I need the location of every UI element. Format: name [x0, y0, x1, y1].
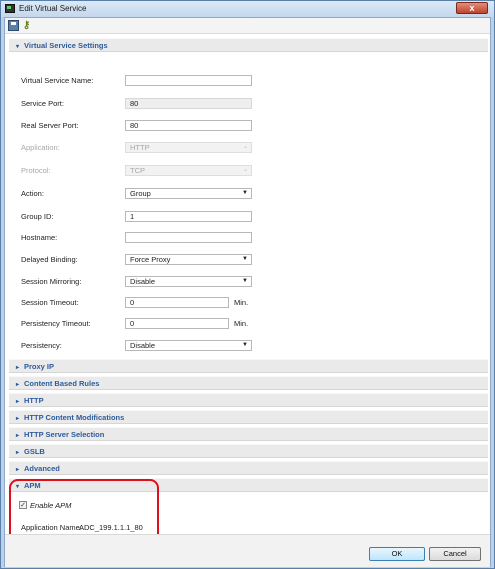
service-port-label: Service Port: [21, 99, 64, 108]
protocol-select: TCP ⌄ [125, 165, 252, 176]
group-id-label: Group ID: [21, 212, 54, 221]
persistency-timeout-unit: Min. [234, 319, 249, 328]
session-timeout-unit: Min. [234, 298, 249, 307]
action-label: Action: [21, 189, 44, 198]
section-advanced[interactable]: ▸ Advanced [9, 461, 488, 475]
collapsed-arrow-icon: ▸ [16, 382, 20, 388]
section-gslb[interactable]: ▸ GSLB [9, 444, 488, 458]
session-timeout-label: Session Timeout: [21, 298, 79, 307]
delayed-binding-label: Delayed Binding: [21, 255, 78, 264]
hostname-input[interactable] [125, 232, 252, 243]
dialog-footer: OK Cancel [5, 534, 490, 567]
dropdown-arrow-icon: ▼ [242, 278, 248, 284]
delayed-binding-select[interactable]: Force Proxy ▼ [125, 254, 252, 265]
hostname-label: Hostname: [21, 233, 58, 242]
collapsed-arrow-icon: ▸ [16, 365, 20, 371]
action-select[interactable]: Group ▼ [125, 188, 252, 199]
dropdown-arrow-icon: ▼ [242, 256, 248, 262]
expanded-arrow-icon: ▾ [16, 44, 20, 50]
save-icon[interactable] [8, 20, 19, 31]
cancel-button[interactable]: Cancel [429, 547, 481, 561]
service-port-field: 80 [125, 98, 252, 109]
dialog-client-area: ⚷ ▾ Virtual Service Settings Virtual Serv… [4, 17, 491, 567]
section-http-content-modifications[interactable]: ▸ HTTP Content Modifications [9, 410, 488, 424]
persistency-timeout-input[interactable]: 0 [125, 318, 229, 329]
collapsed-arrow-icon: ▸ [16, 416, 20, 422]
key-icon[interactable]: ⚷ [21, 20, 32, 31]
session-timeout-input[interactable]: 0 [125, 297, 229, 308]
virtual-service-name-input[interactable] [125, 75, 252, 86]
window-title: Edit Virtual Service [19, 4, 87, 13]
close-button[interactable]: x [456, 2, 488, 14]
section-proxy-ip[interactable]: ▸ Proxy IP [9, 359, 488, 373]
session-mirroring-select[interactable]: Disable ▼ [125, 276, 252, 287]
persistency-label: Persistency: [21, 341, 62, 350]
dropdown-arrow-icon: ▼ [242, 342, 248, 348]
edit-virtual-service-window: Edit Virtual Service x ⚷ ▾ Virtual Servic… [0, 0, 495, 569]
collapsed-arrow-icon: ▸ [16, 433, 20, 439]
app-icon [5, 4, 15, 13]
application-label: Application: [21, 143, 60, 152]
chevron-down-icon: ⌄ [242, 167, 248, 173]
dropdown-arrow-icon: ▼ [242, 190, 248, 196]
protocol-label: Protocol: [21, 166, 51, 175]
collapsed-arrow-icon: ▸ [16, 467, 20, 473]
group-id-input[interactable]: 1 [125, 211, 252, 222]
section-http[interactable]: ▸ HTTP [9, 393, 488, 407]
session-mirroring-label: Session Mirroring: [21, 277, 82, 286]
section-http-server-selection[interactable]: ▸ HTTP Server Selection [9, 427, 488, 441]
persistency-select[interactable]: Disable ▼ [125, 340, 252, 351]
ok-button[interactable]: OK [369, 547, 425, 561]
persistency-timeout-label: Persistency Timeout: [21, 319, 91, 328]
application-select: HTTP ⌄ [125, 142, 252, 153]
collapsed-arrow-icon: ▸ [16, 450, 20, 456]
collapsed-arrow-icon: ▸ [16, 399, 20, 405]
toolbar: ⚷ [5, 18, 490, 34]
virtual-service-name-label: Virtual Service Name: [21, 76, 94, 85]
section-virtual-service-settings[interactable]: ▾ Virtual Service Settings [9, 38, 488, 52]
real-server-port-input[interactable]: 80 [125, 120, 252, 131]
section-content-based-rules[interactable]: ▸ Content Based Rules [9, 376, 488, 390]
chevron-down-icon: ⌄ [242, 144, 248, 150]
real-server-port-label: Real Server Port: [21, 121, 79, 130]
settings-content: ▾ Virtual Service Settings Virtual Servic… [7, 35, 488, 553]
title-bar[interactable]: Edit Virtual Service x [1, 1, 494, 17]
